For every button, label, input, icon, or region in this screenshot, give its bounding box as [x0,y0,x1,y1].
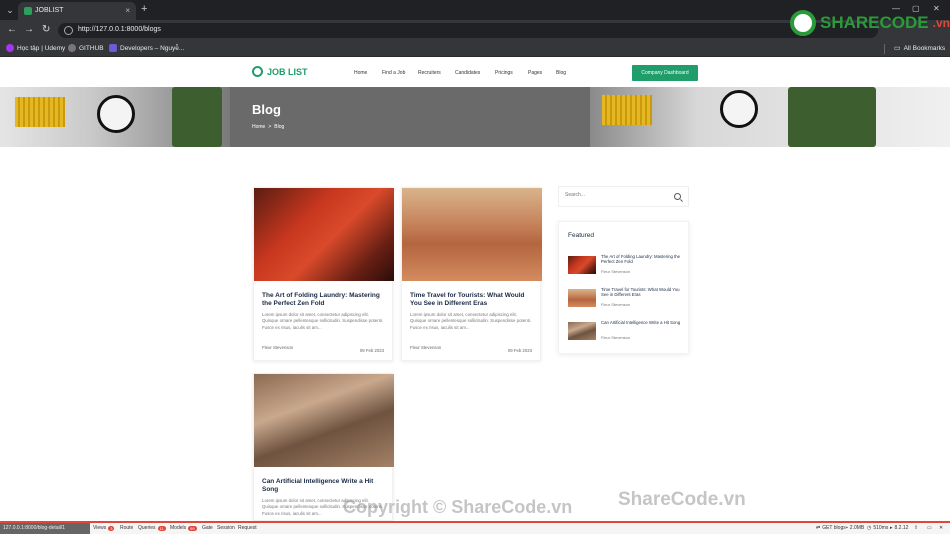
blog-card[interactable]: Time Travel for Tourists: What Would You… [401,187,542,361]
site-header: JOB LIST Home Find a Job Recruiters Cand… [0,57,950,87]
featured-title[interactable]: Time Travel for Tourists: What Would You… [601,287,683,298]
sharecode-logo-icon [790,10,816,36]
search-field[interactable] [558,186,689,207]
debug-tab-views[interactable]: Views 3 [93,525,115,531]
logo-pin-icon [252,66,263,77]
banner-image-left [0,87,230,147]
blog-card-author: Fleur Stevenson [262,345,294,350]
clock-decoration [720,90,758,128]
blog-card-title[interactable]: The Art of Folding Laundry: Mastering th… [262,292,386,308]
bookmark-udemy[interactable]: Học tập | Udemy [6,44,65,52]
blog-card[interactable]: The Art of Folding Laundry: Mastering th… [253,187,394,361]
pencils-decoration [15,97,65,127]
debug-tab-queries[interactable]: Queries 11 [138,525,166,531]
breadcrumb-home[interactable]: Home [252,124,265,130]
debug-tab-request[interactable]: Request [238,525,257,531]
breadcrumb-separator-icon: > [268,124,272,130]
debug-close-icon[interactable]: ✕ [939,525,943,531]
url-input[interactable]: http://127.0.0.1:8000/blogs [58,23,878,38]
nav-blog[interactable]: Blog [556,70,566,76]
blog-card-image[interactable] [254,374,394,467]
debug-tab-models[interactable]: Models 99 [170,525,197,531]
featured-item[interactable]: The Art of Folding Laundry: Mastering th… [568,254,683,276]
featured-author: Fleur Stevenson [601,269,631,274]
tab-title: JOBLIST [35,7,64,14]
debug-maximize-icon[interactable]: ⇧ [914,525,918,531]
github-icon [68,44,76,52]
featured-title[interactable]: The Art of Folding Laundry: Mastering th… [601,254,683,265]
pencils-decoration [602,95,652,125]
debug-time: ◷ 510ms [867,525,889,531]
developers-icon [109,44,117,52]
debug-tab-gate[interactable]: Gate [202,525,213,531]
featured-widget: Featured The Art of Folding Laundry: Mas… [558,221,689,354]
new-tab-icon[interactable]: + [141,3,147,15]
featured-thumbnail[interactable] [568,322,596,340]
browser-tab[interactable]: JOBLIST × [18,2,136,20]
banner-image-right [590,87,950,147]
sharecode-logo: SHARECODE .vn [790,10,950,36]
udemy-icon [6,44,14,52]
blog-card-date: 09 Feb 2023 [359,348,384,353]
company-dashboard-button[interactable]: Company Dashboard [632,65,698,81]
reload-icon[interactable]: ↻ [42,24,50,35]
nav-home[interactable]: Home [354,70,367,76]
search-icon[interactable] [674,193,681,200]
featured-item[interactable]: Can Artificial Intelligence Write a Hit … [568,320,683,342]
featured-heading: Featured [568,232,595,239]
debug-bar: 127.0.0.1:8000/blog-detail/1 Views 3 Rout… [0,521,950,534]
back-icon[interactable]: ← [7,24,17,35]
featured-title[interactable]: Can Artificial Intelligence Write a Hit … [601,320,683,325]
nav-pages[interactable]: Pages [528,70,542,76]
nav-recruiters[interactable]: Recruiters [418,70,441,76]
site-info-icon[interactable] [64,26,73,35]
blog-card-author: Fleur Stevenson [410,345,442,350]
breadcrumb-current: Blog [274,124,285,130]
debug-memory: ▪ 2.0MB [846,525,865,531]
blog-card-excerpt: Lorem ipsum dolor sit amet, consectetur … [262,312,384,330]
search-input[interactable] [565,192,665,198]
breadcrumb: Home > Blog [252,124,284,130]
blog-card-title[interactable]: Time Travel for Tourists: What Would You… [410,292,534,308]
blog-card-excerpt: Lorem ipsum dolor sit amet, consectetur … [410,312,532,330]
all-bookmarks[interactable]: ▭ All Bookmarks [894,44,945,53]
bookmark-github[interactable]: GITHUB [68,44,104,52]
url-text: http://127.0.0.1:8000/blogs [78,26,161,33]
blog-card-image[interactable] [254,188,394,281]
favicon-icon [24,7,32,15]
plant-decoration [788,87,876,147]
bookmarks-bar: Học tập | Udemy GITHUB Developers – Nguy… [0,41,950,57]
debug-route-info: ⇄ GET blogs [816,525,846,531]
featured-thumbnail[interactable] [568,289,596,307]
nav-candidates[interactable]: Candidates [455,70,480,76]
featured-author: Fleur Stevenson [601,335,631,340]
folder-icon: ▭ [894,45,901,52]
debug-tab-route[interactable]: Route [120,525,133,531]
bookmark-divider [884,44,885,54]
blog-card-title[interactable]: Can Artificial Intelligence Write a Hit … [262,478,386,494]
debug-minimize-icon[interactable]: ▭ [927,525,932,531]
debug-tab-session[interactable]: Session [217,525,235,531]
status-url: 127.0.0.1:8000/blog-detail/1 [0,523,90,534]
page-banner [0,87,950,147]
bookmark-developers[interactable]: Developers – Nguyễ... [109,44,184,52]
featured-author: Fleur Stevenson [601,302,631,307]
featured-thumbnail[interactable] [568,256,596,274]
featured-item[interactable]: Time Travel for Tourists: What Would You… [568,287,683,309]
debug-version: ▸ 8.2.12 [890,525,909,531]
page-title: Blog [252,102,281,117]
plant-decoration [172,87,222,147]
clock-decoration [97,95,135,133]
forward-icon[interactable]: → [24,24,34,35]
nav-find-job[interactable]: Find a Job [382,70,405,76]
copyright-watermark: Copyright © ShareCode.vn [343,497,573,517]
tab-search-icon[interactable]: ⌄ [3,3,17,17]
close-icon[interactable]: × [125,6,130,15]
site-logo[interactable]: JOB LIST [252,66,308,77]
brand-watermark: ShareCode.vn [618,489,746,510]
nav-pricings[interactable]: Pricings [495,70,513,76]
blog-card-date: 09 Feb 2023 [507,348,532,353]
blog-card-image[interactable] [402,188,542,281]
